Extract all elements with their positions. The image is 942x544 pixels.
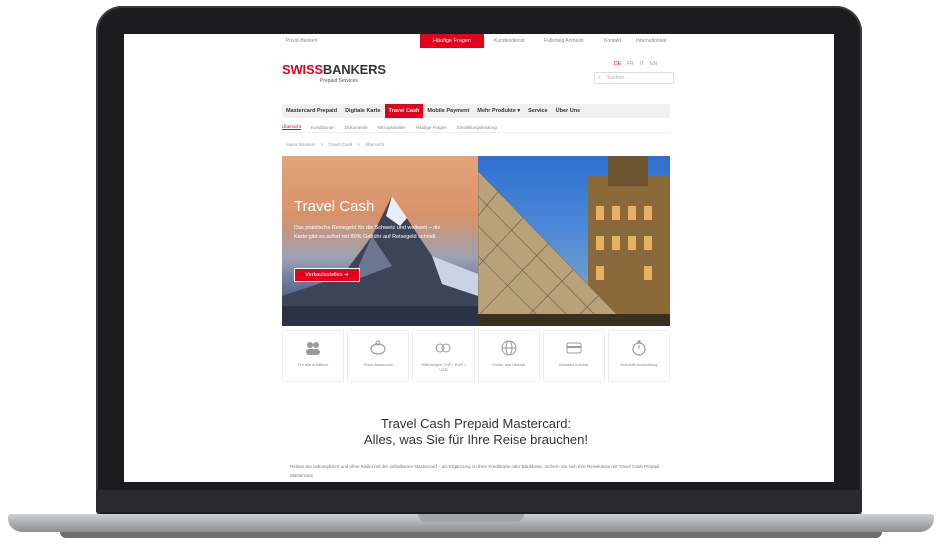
sub-nav: Übersicht Konditionen Dokumente Bezugsst… xyxy=(282,122,670,133)
logo[interactable]: SWISSBANKERS xyxy=(282,62,386,77)
hero-text: Das praktische Reisegeld für die Schweiz… xyxy=(294,225,441,240)
lang-en[interactable]: EN xyxy=(650,61,657,67)
headline-line-2: Alles, was Sie für Ihre Reise brauchen! xyxy=(364,432,588,447)
top-link-3[interactable]: Kontakt xyxy=(604,38,621,44)
feature-item: Für alle erhältlich xyxy=(282,330,345,382)
feature-item: Ohne Bankkonto xyxy=(347,330,410,382)
breadcrumb-home[interactable]: Swiss Bankers xyxy=(286,142,316,147)
users-icon xyxy=(306,342,321,355)
nav-item-mobile-payment[interactable]: Mobile Payment xyxy=(423,104,473,118)
feature-label: Schnelle Auszahlung xyxy=(620,362,658,367)
search-input[interactable]: ⌕ Suchen xyxy=(594,72,674,84)
subnav-faq[interactable]: Häufige Fragen xyxy=(416,125,447,130)
sales-points-button[interactable]: Verkaufsstellen ➔ xyxy=(294,268,360,282)
nav-item-digital-card[interactable]: Digitale Karte xyxy=(341,104,384,118)
stopwatch-icon xyxy=(632,340,646,356)
breadcrumb-separator: > xyxy=(320,142,324,147)
main-nav: Mastercard Prepaid Digitale Karte Travel… xyxy=(282,104,670,118)
nav-item-travel-cash[interactable]: Travel Cash xyxy=(384,104,424,118)
subnav-overview[interactable]: Übersicht xyxy=(282,124,302,130)
feature-item: Schnelle Auszahlung xyxy=(607,330,671,382)
nav-item-more-products[interactable]: Mehr Produkte ▾ xyxy=(473,104,524,118)
top-link-2[interactable]: Fullsrteig Anmelst xyxy=(544,38,583,44)
laptop-notch xyxy=(418,514,524,522)
feature-label: Währungen CHF / EUR / USD xyxy=(421,362,466,372)
top-link-private[interactable]: Privat-Banken xyxy=(286,38,317,44)
globe-icon xyxy=(501,340,517,356)
search-placeholder: Suchen xyxy=(607,75,624,81)
sales-points-button-label: Verkaufsstellen xyxy=(305,272,343,278)
card-icon xyxy=(566,342,582,354)
subnav-settings[interactable]: Einstellungsleistung xyxy=(457,125,497,130)
lang-de[interactable]: DE xyxy=(614,61,621,67)
page-headline: Travel Cash Prepaid Mastercard: Alles, w… xyxy=(282,416,670,448)
breadcrumb: Swiss Bankers > Travel Cash > Übersicht xyxy=(286,142,384,147)
nav-item-about[interactable]: Über Uns xyxy=(552,104,584,118)
top-link-faq[interactable]: Häufige Fragen xyxy=(420,34,484,48)
breadcrumb-current: Übersicht xyxy=(364,142,384,147)
feature-label: Sicher und Überall xyxy=(492,362,526,367)
top-link-4[interactable]: Internationaal xyxy=(636,38,666,44)
nav-item-mastercard[interactable]: Mastercard Prepaid xyxy=(282,104,341,118)
laptop-chin xyxy=(96,490,862,512)
feature-label: Für alle erhältlich xyxy=(297,362,329,367)
feature-label: Ohne Bankkonto xyxy=(363,362,394,367)
lang-it[interactable]: IT xyxy=(640,61,644,67)
intro-paragraph: Reisen Sie unkompliziert und ohne Risiko… xyxy=(290,464,660,478)
feature-item: Weltweit nutzbar xyxy=(542,330,605,382)
arrow-right-icon: ➔ xyxy=(344,272,349,278)
subnav-documents[interactable]: Dokumente xyxy=(345,125,368,130)
hero-title: Travel Cash xyxy=(294,198,375,215)
feature-label: Weltweit nutzbar xyxy=(559,362,589,367)
hero-image-louvre xyxy=(477,156,670,326)
subnav-sales-points[interactable]: Bezugsstellen xyxy=(378,125,406,130)
louvre-graphic xyxy=(477,156,670,326)
nav-item-service[interactable]: Service xyxy=(524,104,552,118)
breadcrumb-separator: > xyxy=(357,142,360,147)
top-link-1[interactable]: Kundendienst xyxy=(494,38,525,44)
headline-line-1: Travel Cash Prepaid Mastercard: xyxy=(380,416,572,431)
feature-row: Für alle erhältlich Ohne Bankkonto Währu… xyxy=(282,330,671,382)
hero-banner: Travel Cash Das praktische Reisegeld für… xyxy=(282,156,670,326)
logo-swiss: SWISS xyxy=(282,62,323,77)
logo-bankers: BANKERS xyxy=(322,62,386,77)
laptop-foot xyxy=(60,532,882,538)
search-icon: ⌕ xyxy=(598,75,601,81)
feature-item: Währungen CHF / EUR / USD xyxy=(412,330,475,382)
feature-item: Sicher und Überall xyxy=(477,330,540,382)
laptop-screen: Privat-Banken Häufige Fragen Kundendiens… xyxy=(124,34,834,482)
hero-image-mountain: Travel Cash Das praktische Reisegeld für… xyxy=(282,156,478,326)
top-bar: Privat-Banken Häufige Fragen Kundendiens… xyxy=(124,34,834,48)
piggy-bank-icon xyxy=(370,340,386,355)
language-switcher: DE FR IT EN xyxy=(614,61,657,67)
breadcrumb-travel-cash[interactable]: Travel Cash xyxy=(328,142,352,147)
logo-subtitle: Prepaid Services xyxy=(320,78,358,84)
coins-icon xyxy=(435,343,451,353)
lang-fr[interactable]: FR xyxy=(627,61,634,67)
subnav-conditions[interactable]: Konditionen xyxy=(311,125,335,130)
